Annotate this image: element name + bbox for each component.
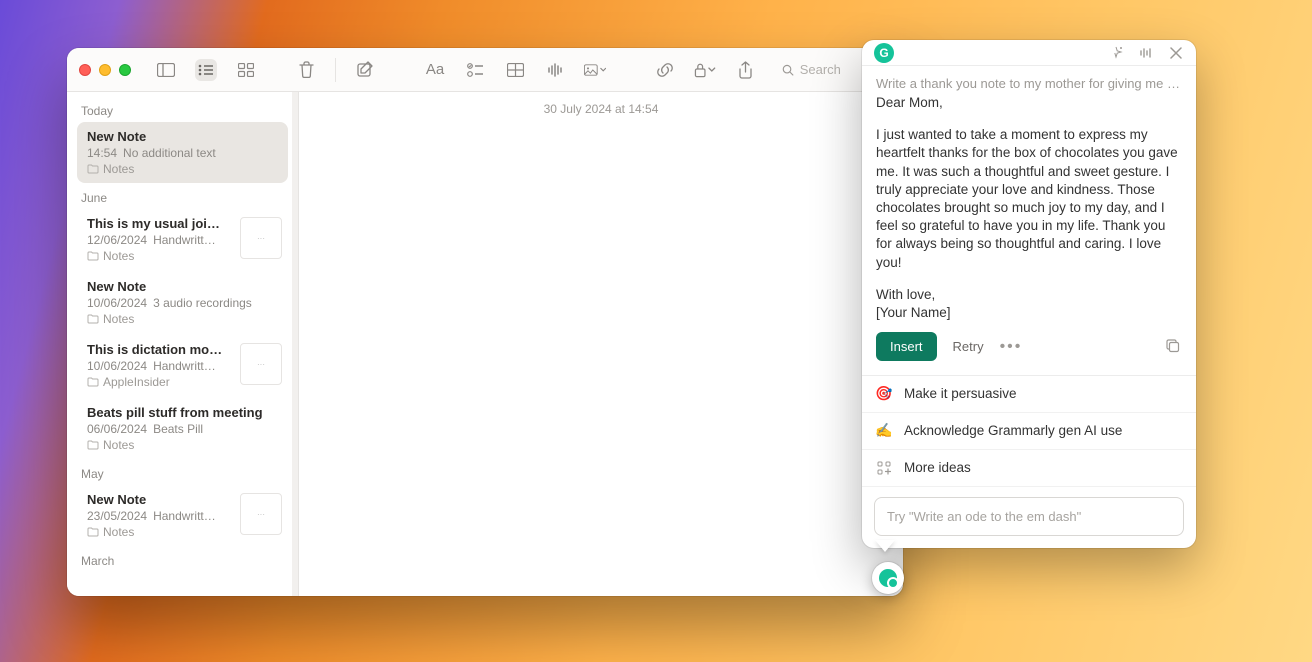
note-date: 06/06/2024 [87, 422, 147, 436]
note-list-item[interactable]: New Note 14:54 No additional text Notes [77, 122, 288, 183]
compose-icon[interactable] [354, 59, 376, 81]
note-date: 10/06/2024 [87, 359, 147, 373]
audio-icon[interactable] [544, 59, 566, 81]
notes-window: Aa [67, 48, 903, 596]
notes-toolbar: Aa [67, 48, 903, 92]
section-header: March [73, 548, 292, 572]
grammarly-prompt-input[interactable] [874, 497, 1184, 536]
grammarly-logo-icon: G [874, 43, 894, 63]
chevron-down-icon [600, 67, 606, 73]
list-view-icon[interactable] [195, 59, 217, 81]
media-menu-icon[interactable] [584, 59, 606, 81]
grid-plus-icon [876, 460, 892, 476]
insert-button[interactable]: Insert [876, 332, 937, 361]
note-thumbnail: ··· [240, 493, 282, 535]
grammarly-panel-tail [875, 540, 895, 552]
table-icon[interactable] [504, 59, 526, 81]
folder-name: Notes [103, 438, 134, 452]
sidebar-toggle-icon[interactable] [155, 59, 177, 81]
note-editor[interactable]: 30 July 2024 at 14:54 [299, 92, 903, 596]
lock-menu-icon[interactable] [694, 59, 716, 81]
note-subtitle: Handwritt… [153, 233, 216, 247]
equalizer-icon[interactable] [1138, 45, 1154, 61]
note-subtitle: No additional text [123, 146, 216, 160]
more-actions-icon[interactable]: ••• [1000, 338, 1023, 356]
target-icon: 🎯 [876, 386, 892, 402]
response-salutation: Dear Mom, [876, 94, 1182, 112]
section-header: Today [73, 98, 292, 122]
minimize-window-button[interactable] [99, 64, 111, 76]
sidebar-scrollbar[interactable] [292, 92, 298, 596]
folder-icon [87, 314, 99, 324]
folder-icon [87, 377, 99, 387]
note-title: New Note [87, 129, 278, 144]
note-list-item[interactable]: This is dictation mo… 10/06/2024 Handwritt… [77, 335, 288, 396]
grammarly-bubble-icon [879, 569, 897, 587]
close-window-button[interactable] [79, 64, 91, 76]
note-list-item[interactable]: New Note 10/06/2024 3 audio recordings Note… [77, 272, 288, 333]
folder-name: Notes [103, 312, 134, 326]
note-list-item[interactable]: Beats pill stuff from meeting 06/06/2024 B… [77, 398, 288, 459]
note-date: 14:54 [87, 146, 117, 160]
note-thumbnail: ··· [240, 343, 282, 385]
retry-button[interactable]: Retry [953, 339, 984, 354]
response-closing-2: [Your Name] [876, 304, 1182, 322]
grammarly-response: Dear Mom, I just wanted to take a moment… [862, 94, 1196, 322]
suggestion-label: More ideas [904, 460, 971, 475]
close-icon[interactable] [1168, 45, 1184, 61]
note-title: New Note [87, 492, 227, 507]
folder-name: Notes [103, 249, 134, 263]
grammarly-actions: Insert Retry ••• [862, 322, 1196, 375]
note-subtitle: Handwritt… [153, 359, 216, 373]
grammarly-floating-button[interactable] [872, 562, 904, 594]
suggestion-more-ideas[interactable]: More ideas [862, 450, 1196, 487]
section-header: June [73, 185, 292, 209]
suggestion-label: Make it persuasive [904, 386, 1017, 401]
note-date: 10/06/2024 [87, 296, 147, 310]
gallery-view-icon[interactable] [235, 59, 257, 81]
response-body: I just wanted to take a moment to expres… [876, 126, 1182, 272]
copy-icon[interactable] [1166, 339, 1182, 355]
section-header: May [73, 461, 292, 485]
sparkle-icon[interactable] [1108, 45, 1124, 61]
note-thumbnail: ··· [240, 217, 282, 259]
folder-icon [87, 440, 99, 450]
search-icon [782, 63, 794, 77]
note-title: This is dictation mo… [87, 342, 227, 357]
window-controls [79, 64, 131, 76]
folder-name: Notes [103, 525, 134, 539]
note-title: New Note [87, 279, 278, 294]
folder-icon [87, 527, 99, 537]
chevron-down-icon [708, 67, 716, 73]
grammarly-header: G [862, 40, 1196, 66]
checklist-icon[interactable] [464, 59, 486, 81]
folder-name: Notes [103, 162, 134, 176]
notes-sidebar[interactable]: Today New Note 14:54 No additional text Note… [67, 92, 299, 596]
note-date-line: 30 July 2024 at 14:54 [299, 92, 903, 116]
note-title: This is my usual joi… [87, 216, 227, 231]
folder-name: AppleInsider [103, 375, 170, 389]
response-closing-1: With love, [876, 286, 1182, 304]
suggestion-acknowledge[interactable]: ✍️ Acknowledge Grammarly gen AI use [862, 413, 1196, 450]
link-icon[interactable] [654, 59, 676, 81]
grammarly-prompt-preview: Write a thank you note to my mother for … [862, 66, 1196, 94]
trash-icon[interactable] [295, 59, 317, 81]
note-list-item[interactable]: This is my usual joi… 12/06/2024 Handwritt… [77, 209, 288, 270]
suggestion-persuasive[interactable]: 🎯 Make it persuasive [862, 376, 1196, 413]
note-date: 12/06/2024 [87, 233, 147, 247]
folder-icon [87, 251, 99, 261]
note-date: 23/05/2024 [87, 509, 147, 523]
pen-icon: ✍️ [876, 423, 892, 439]
note-title: Beats pill stuff from meeting [87, 405, 278, 420]
note-subtitle: Beats Pill [153, 422, 203, 436]
folder-icon [87, 164, 99, 174]
note-subtitle: 3 audio recordings [153, 296, 252, 310]
zoom-window-button[interactable] [119, 64, 131, 76]
text-style-button[interactable]: Aa [424, 59, 446, 81]
note-list-item[interactable]: New Note 23/05/2024 Handwritt… Notes ··· [77, 485, 288, 546]
share-icon[interactable] [734, 59, 756, 81]
note-subtitle: Handwritt… [153, 509, 216, 523]
grammarly-panel: G Write a thank you note to my mother fo… [862, 40, 1196, 548]
suggestion-label: Acknowledge Grammarly gen AI use [904, 423, 1122, 438]
